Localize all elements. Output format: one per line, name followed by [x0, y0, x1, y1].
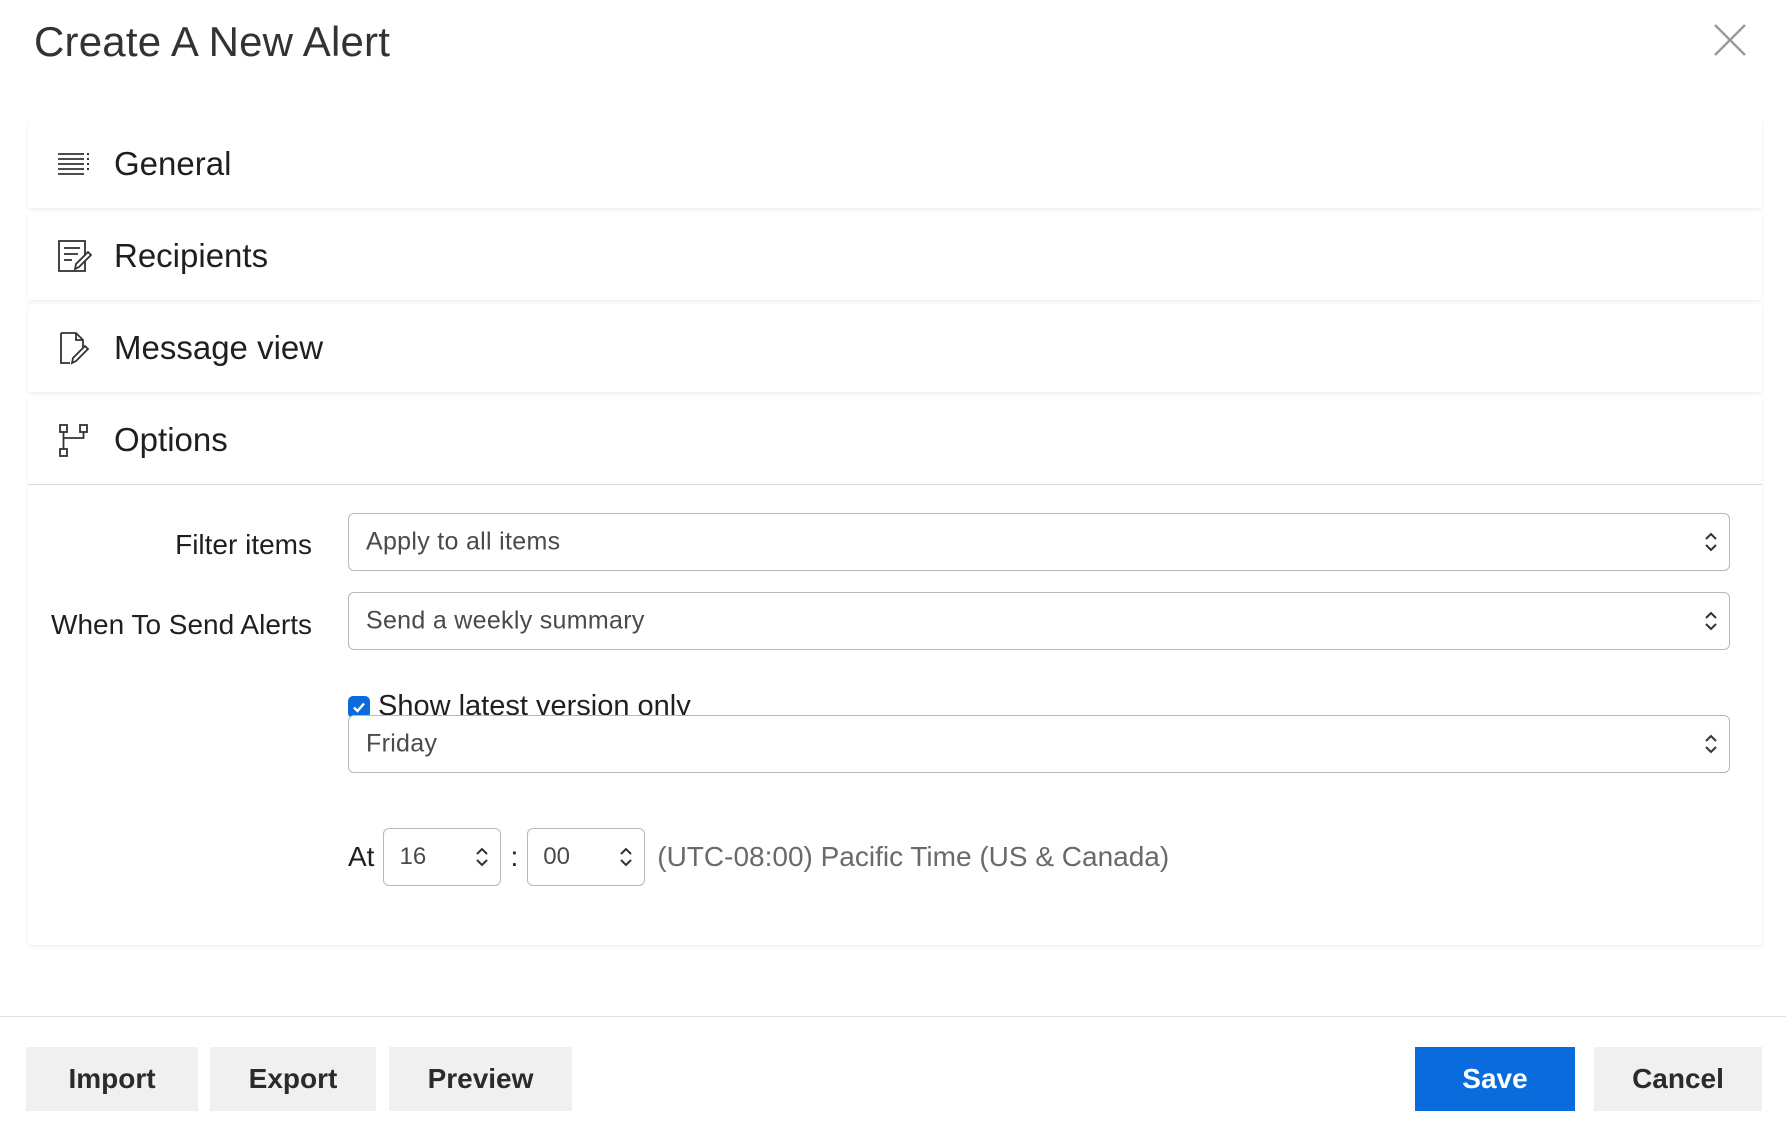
- section-options-header[interactable]: Options: [28, 396, 1762, 484]
- when-to-send-value: Send a weekly summary: [366, 606, 645, 635]
- when-to-send-label: When To Send Alerts: [51, 609, 312, 640]
- section-message-view-header[interactable]: Message view: [28, 304, 1762, 392]
- minute-value: 00: [543, 843, 570, 870]
- up-down-chevron-icon: [476, 847, 489, 867]
- section-message-view-label: Message view: [114, 329, 324, 366]
- save-button[interactable]: Save: [1415, 1047, 1575, 1111]
- up-down-chevron-icon: [1705, 532, 1717, 552]
- filter-items-select[interactable]: Apply to all items: [348, 513, 1730, 571]
- export-button[interactable]: Export: [210, 1047, 376, 1111]
- day-value: Friday: [366, 729, 438, 758]
- preview-button[interactable]: Preview: [389, 1047, 572, 1111]
- hour-value: 16: [399, 843, 427, 870]
- close-button[interactable]: [1712, 22, 1748, 58]
- time-separator: :: [510, 841, 519, 872]
- options-body: Filter items Apply to all items When To …: [28, 484, 1762, 945]
- edit-list-icon: [56, 238, 93, 274]
- section-general-header[interactable]: General: [28, 120, 1762, 208]
- section-recipients-header[interactable]: Recipients: [28, 212, 1762, 300]
- filter-items-label: Filter items: [175, 529, 312, 560]
- import-button[interactable]: Import: [26, 1047, 198, 1111]
- section-options-label: Options: [114, 421, 228, 458]
- create-alert-dialog: Create A New Alert General Recipients Me…: [0, 0, 1786, 1138]
- minute-select[interactable]: 00: [527, 828, 646, 886]
- section-message-view: Message view: [28, 304, 1762, 392]
- dialog-footer: Import Export Preview Save Cancel: [0, 1016, 1786, 1138]
- up-down-chevron-icon: [1705, 611, 1717, 631]
- edit-document-icon: [56, 330, 92, 366]
- timezone-text: (UTC-08:00) Pacific Time (US & Canada): [657, 841, 1170, 872]
- when-to-send-select[interactable]: Send a weekly summary: [348, 592, 1730, 650]
- section-recipients: Recipients: [28, 212, 1762, 300]
- day-select[interactable]: Friday: [348, 715, 1730, 773]
- filter-items-value: Apply to all items: [366, 527, 561, 556]
- cancel-button[interactable]: Cancel: [1594, 1047, 1762, 1111]
- up-down-chevron-icon: [1705, 734, 1717, 754]
- section-general-label: General: [114, 145, 232, 182]
- hour-select[interactable]: 16: [383, 828, 502, 886]
- section-options: Options Filter items Apply to all items …: [28, 396, 1762, 945]
- at-label: At: [348, 841, 375, 872]
- dialog-title: Create A New Alert: [34, 18, 391, 65]
- section-general: General: [28, 120, 1762, 208]
- section-recipients-label: Recipients: [114, 237, 269, 274]
- flowchart-icon: [56, 422, 92, 458]
- up-down-chevron-icon: [620, 847, 632, 867]
- time-row: At 16 : 00 (UTC-08:00) Pacific Time (US …: [348, 828, 1169, 886]
- checkmark-icon: [353, 702, 365, 713]
- close-icon: [1714, 24, 1746, 56]
- list-icon: [56, 146, 92, 182]
